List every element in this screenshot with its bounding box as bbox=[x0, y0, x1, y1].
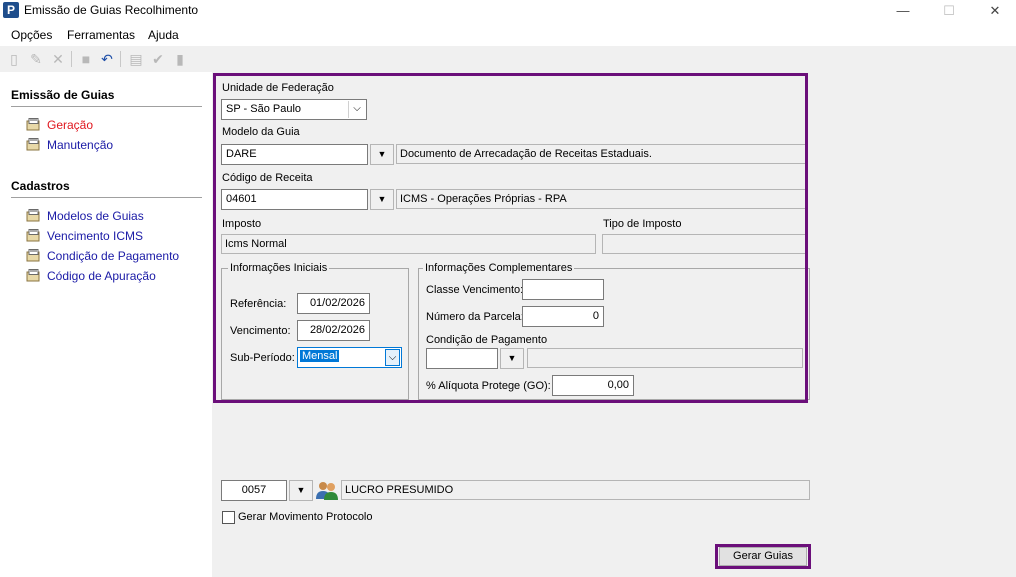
company-code-input[interactable]: 0057 bbox=[221, 480, 287, 501]
sidebar-divider bbox=[11, 106, 202, 107]
register-icon bbox=[26, 118, 40, 131]
undo-icon[interactable]: ↶ bbox=[99, 51, 115, 67]
sidebar-item-codigo-apuracao[interactable]: Código de Apuração bbox=[47, 269, 156, 283]
check-icon[interactable]: ✔ bbox=[150, 51, 166, 67]
new-icon[interactable]: ▯ bbox=[6, 51, 22, 67]
sidebar-item-vencimento-icms[interactable]: Vencimento ICMS bbox=[47, 229, 143, 243]
register-icon bbox=[26, 209, 40, 222]
register-icon bbox=[26, 249, 40, 262]
protocolo-label: Gerar Movimento Protocolo bbox=[238, 511, 373, 523]
gerar-guias-button[interactable]: Gerar Guias bbox=[719, 547, 807, 566]
register-icon bbox=[26, 138, 40, 151]
minimize-button[interactable]: — bbox=[880, 0, 926, 22]
menu-bar: Opções Ferramentas Ajuda bbox=[0, 22, 1016, 46]
delete-icon[interactable]: ✕ bbox=[50, 51, 66, 67]
users-icon[interactable] bbox=[315, 480, 339, 500]
title-bar: P Emissão de Guias Recolhimento — ☐ ✕ bbox=[0, 0, 1016, 22]
company-dropdown-button[interactable]: ▼ bbox=[289, 480, 313, 501]
toolbar: ▯ ✎ ✕ ■ ↶ ▤ ✔ ▮ bbox=[0, 46, 1016, 72]
menu-opcoes[interactable]: Opções bbox=[11, 28, 52, 42]
sidebar-divider bbox=[11, 197, 202, 198]
maximize-button[interactable]: ☐ bbox=[926, 0, 972, 22]
window-title: Emissão de Guias Recolhimento bbox=[24, 3, 199, 17]
menu-ajuda[interactable]: Ajuda bbox=[148, 28, 179, 42]
toolbar-separator bbox=[71, 51, 72, 67]
document-icon[interactable]: ▮ bbox=[172, 51, 188, 67]
register-icon bbox=[26, 269, 40, 282]
sidebar-section-emissao: Emissão de Guias bbox=[11, 88, 115, 102]
save-icon[interactable]: ■ bbox=[78, 51, 94, 67]
company-name: LUCRO PRESUMIDO bbox=[341, 480, 810, 500]
sidebar: Emissão de Guias Geração Manutenção Cada… bbox=[0, 72, 212, 577]
highlight-frame bbox=[213, 73, 808, 403]
sidebar-item-geracao[interactable]: Geração bbox=[47, 118, 93, 132]
edit-icon[interactable]: ✎ bbox=[28, 51, 44, 67]
register-icon bbox=[26, 229, 40, 242]
sidebar-item-modelos[interactable]: Modelos de Guias bbox=[47, 209, 144, 223]
print-icon[interactable]: ▤ bbox=[128, 51, 144, 67]
app-icon: P bbox=[3, 2, 19, 18]
close-button[interactable]: ✕ bbox=[972, 0, 1016, 22]
toolbar-separator bbox=[120, 51, 121, 67]
sidebar-item-condicao-pagamento[interactable]: Condição de Pagamento bbox=[47, 249, 179, 263]
sidebar-section-cadastros: Cadastros bbox=[11, 179, 70, 193]
sidebar-item-manutencao[interactable]: Manutenção bbox=[47, 138, 113, 152]
protocolo-checkbox[interactable] bbox=[222, 511, 235, 524]
menu-ferramentas[interactable]: Ferramentas bbox=[67, 28, 135, 42]
